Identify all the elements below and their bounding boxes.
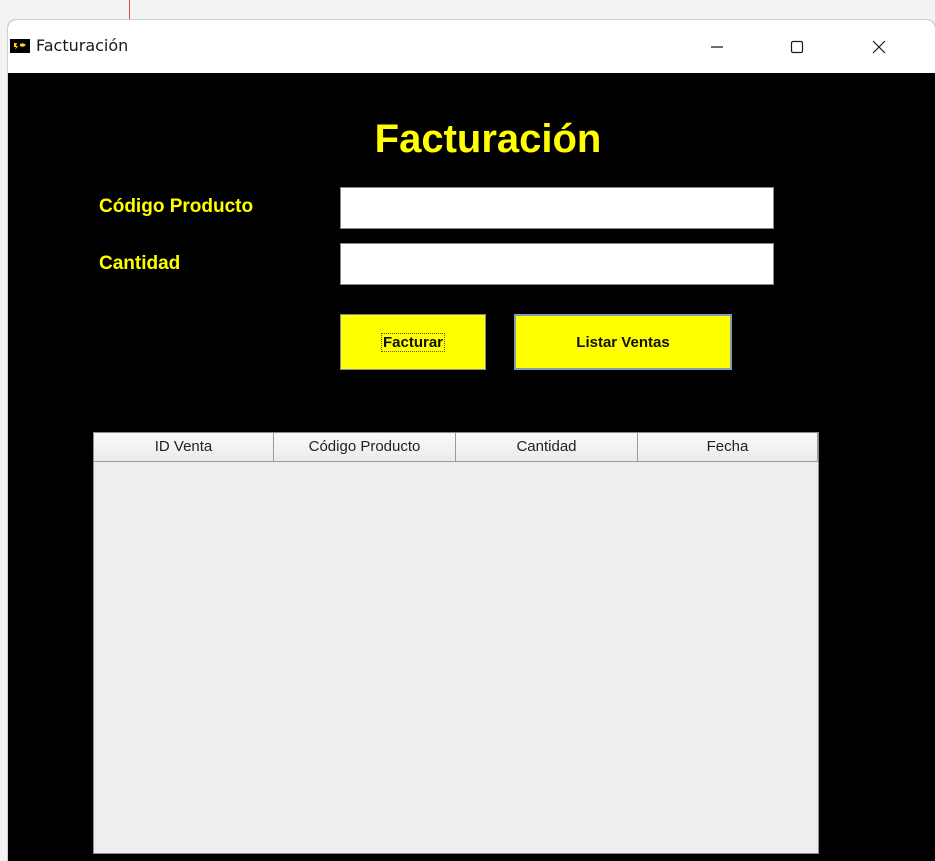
- table-header: ID Venta Código Producto Cantidad Fecha: [94, 433, 818, 462]
- ventas-table[interactable]: ID Venta Código Producto Cantidad Fecha: [93, 432, 819, 854]
- column-header-codigo-producto[interactable]: Código Producto: [274, 433, 456, 461]
- cantidad-input[interactable]: [340, 243, 774, 285]
- page-title: Facturación: [374, 117, 602, 161]
- form-area: Facturación Código Producto Cantidad Fac…: [8, 73, 935, 861]
- maximize-button[interactable]: [767, 20, 827, 73]
- codigo-producto-input[interactable]: [340, 187, 774, 229]
- cantidad-label: Cantidad: [99, 253, 181, 274]
- facturar-button-label: Facturar: [380, 332, 446, 352]
- close-button[interactable]: [849, 20, 909, 73]
- close-icon: [872, 40, 886, 53]
- minimize-icon: [711, 45, 723, 48]
- background-guide-line: [129, 0, 130, 20]
- column-header-cantidad[interactable]: Cantidad: [456, 433, 638, 461]
- minimize-button[interactable]: [687, 20, 747, 73]
- listar-ventas-button-label: Listar Ventas: [576, 333, 670, 351]
- listar-ventas-button[interactable]: Listar Ventas: [514, 314, 732, 370]
- facturar-button[interactable]: Facturar: [340, 314, 486, 370]
- app-icon: [10, 39, 30, 53]
- facturacion-window: Facturación Facturación Código Producto …: [8, 20, 935, 861]
- title-bar[interactable]: Facturación: [8, 20, 935, 73]
- window-title: Facturación: [36, 36, 129, 55]
- column-header-id-venta[interactable]: ID Venta: [94, 433, 274, 461]
- table-body[interactable]: [94, 462, 818, 853]
- maximize-icon: [790, 40, 804, 53]
- column-header-fecha[interactable]: Fecha: [638, 433, 818, 461]
- codigo-producto-label: Código Producto: [99, 196, 254, 217]
